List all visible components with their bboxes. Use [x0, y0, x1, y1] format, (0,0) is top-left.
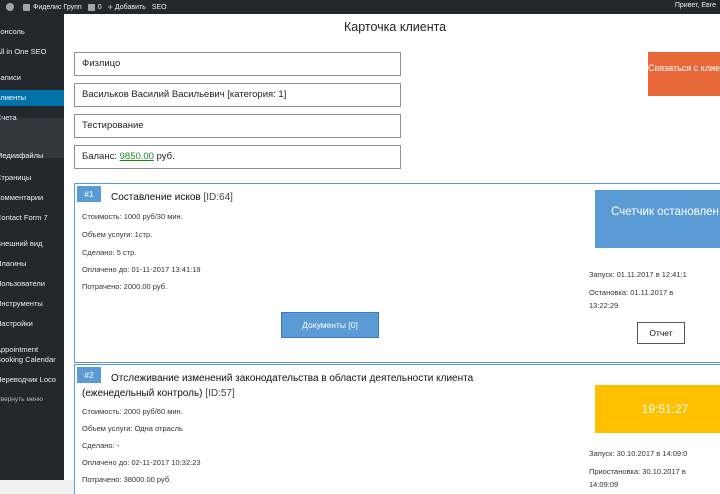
timer-status-block[interactable]: Счетчик остановлен [595, 190, 720, 248]
service-title: Отслеживание изменений законодательства … [111, 373, 474, 384]
service-number-badge: #1 [77, 186, 101, 202]
sidebar-item-contact-form[interactable]: Contact Form 7 [0, 212, 64, 223]
service-done: Сделано: - [82, 441, 120, 450]
timer-start-text: Запуск: 01.11.2017 в 12:41:1 [589, 270, 687, 279]
timer-start-text: Запуск: 30.10.2017 в 14:09:0 [589, 449, 688, 458]
collapse-menu-button[interactable]: Свернуть меню [0, 394, 64, 405]
plus-icon: + [107, 2, 113, 12]
balance-label: Баланс: [82, 151, 117, 162]
service-paid-until: Оплачено до: 01-11-2017 13:41:19 [82, 265, 201, 274]
balance-field: Баланс: 9850.00 руб. [74, 145, 401, 169]
service-price: Стоимость: 2000 руб/60 мин. [82, 407, 183, 416]
sidebar-item-pages[interactable]: Страницы [0, 172, 64, 183]
sidebar-item-invoices[interactable]: Счета [0, 112, 64, 123]
wordpress-logo-item[interactable] [6, 3, 17, 11]
sidebar-item-appearance[interactable]: Внешний вид [0, 238, 64, 249]
page-title: Карточка клиента [344, 20, 447, 34]
client-status-field: Тестирование [74, 114, 401, 138]
sidebar-item-users[interactable]: Пользователи [0, 278, 64, 289]
documents-button[interactable]: Документы [0] [281, 312, 379, 338]
sidebar-item-clients[interactable]: Клиенты [0, 90, 64, 106]
timer-stop-text: Остановка: 01.11.2017 в [589, 288, 674, 297]
service-title: Составление исков [ID:64] [111, 192, 233, 203]
service-done: Сделано: 5 стр. [82, 248, 137, 257]
client-name-field: Васильков Василий Васильевич [категория:… [74, 83, 401, 107]
sidebar-item-dashboard[interactable]: Консоль [0, 26, 64, 37]
admin-topbar: Фиделис Групп 0 + Добавить SEO Привет, Ев… [0, 0, 720, 14]
timer-pause-text: Приостановка: 30.10.2017 в [589, 467, 686, 476]
add-new-link[interactable]: + Добавить [108, 2, 146, 12]
sidebar-item-plugins[interactable]: Плагины [0, 258, 64, 269]
service-paid-until: Оплачено до: 02-11-2017 10:32:23 [82, 458, 201, 467]
balance-currency: руб. [156, 151, 175, 162]
sidebar-item-loco[interactable]: Переводчик Loco [0, 374, 64, 385]
service-card: #2 Отслеживание изменений законодательст… [74, 364, 720, 494]
sidebar-item-comments[interactable]: Комментарии [0, 192, 64, 203]
service-volume: Объем услуги: Одна отрасль [82, 424, 183, 433]
sidebar-item-booking[interactable]: Booking Calendar [0, 354, 64, 365]
sidebar-item-media[interactable]: Медиафайлы [0, 150, 64, 161]
timer-running-block[interactable]: 19:51:27 [595, 385, 720, 433]
contact-client-button[interactable]: Связаться с клиентом [648, 52, 720, 96]
service-price: Стоимость: 1000 руб/30 мин. [82, 212, 183, 221]
service-id: [ID:57] [205, 388, 235, 399]
balance-value-link[interactable]: 9850.00 [120, 151, 154, 162]
site-name-link[interactable]: Фиделис Групп [23, 3, 82, 11]
service-volume: Объем услуги: 1стр. [82, 230, 153, 239]
service-spent: Потрачено: 2000.00 руб. [82, 282, 168, 291]
sidebar-item-tools[interactable]: Инструменты [0, 298, 64, 309]
wordpress-icon [6, 3, 14, 11]
comment-icon [87, 3, 95, 11]
client-type-field: Физлицо [74, 52, 401, 76]
seo-link[interactable]: SEO [152, 4, 167, 11]
sidebar-item-seo[interactable]: All in One SEO [0, 46, 64, 57]
sidebar-item-settings[interactable]: Настройки [0, 318, 64, 329]
service-card: #1 Составление исков [ID:64] Стоимость: … [74, 183, 720, 363]
user-greeting[interactable]: Привет, Евге [675, 2, 716, 9]
timer-stop-time: 13:22:29 [589, 301, 619, 310]
service-id: [ID:64] [203, 192, 233, 203]
admin-sidebar: Консоль All in One SEO Записи Клиенты Сч… [0, 14, 64, 480]
report-button[interactable]: Отчет [637, 322, 685, 344]
home-icon [23, 3, 30, 11]
service-number-badge: #2 [77, 367, 101, 383]
service-title-continuation: (еженедельный контроль) [ID:57] [82, 388, 235, 399]
sidebar-item-posts[interactable]: Записи [0, 72, 64, 83]
comments-link[interactable]: 0 [87, 3, 102, 11]
main-content: Карточка клиента Физлицо Васильков Васил… [64, 14, 720, 494]
